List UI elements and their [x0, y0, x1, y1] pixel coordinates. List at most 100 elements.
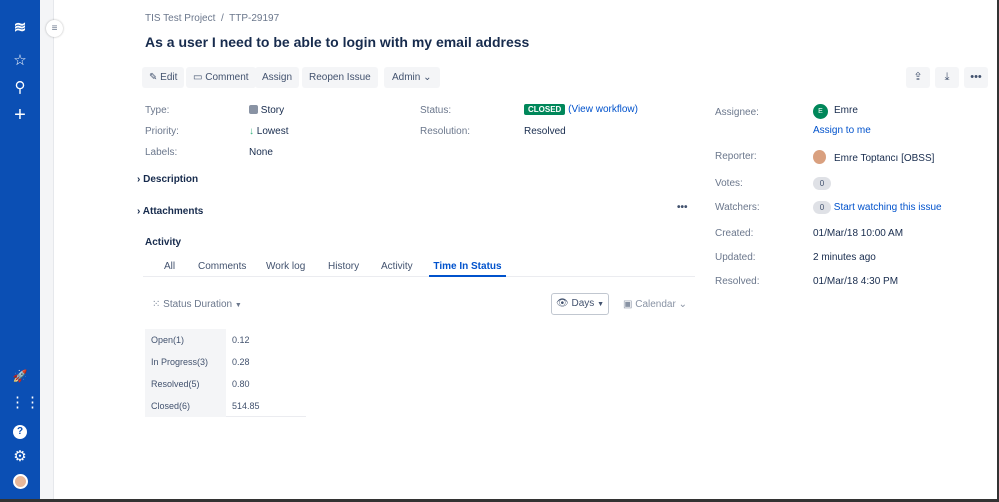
resolution-label: Resolution: — [420, 126, 471, 137]
comment-label: Comment — [205, 72, 249, 83]
more-actions-button[interactable]: ••• — [964, 67, 988, 88]
watchers-value: 0 Start watching this issue — [813, 201, 942, 214]
export-button[interactable]: ⤓ — [935, 67, 959, 88]
edit-label: Edit — [160, 72, 178, 83]
status-duration-label: Status Duration — [163, 299, 233, 310]
assignee-name: Emre — [834, 105, 858, 116]
expand-sidebar-button[interactable]: ≡ — [46, 20, 63, 37]
resolved-label: Resolved: — [715, 276, 760, 287]
project-sidebar-collapsed — [40, 0, 54, 502]
description-heading: Description — [143, 174, 199, 185]
assign-button[interactable]: Assign — [255, 67, 300, 88]
rocket-icon[interactable]: 🚀 — [10, 366, 30, 386]
assignee-label: Assignee: — [715, 107, 759, 118]
activity-heading: Activity — [145, 237, 182, 248]
issue-title: As a user I need to be able to login wit… — [145, 34, 530, 50]
votes-label: Votes: — [715, 178, 743, 189]
resolution-value: Resolved — [524, 126, 566, 137]
tabs-divider — [143, 276, 695, 277]
assign-to-me-link[interactable]: Assign to me — [813, 125, 871, 136]
admin-dropdown[interactable]: Admin ⌄ — [384, 67, 440, 88]
apps-grid-icon[interactable]: ⋮⋮ — [10, 393, 40, 413]
votes-count[interactable]: 0 — [813, 177, 831, 190]
calendar-icon: ▣ — [623, 299, 633, 310]
tab-history[interactable]: History — [328, 261, 359, 272]
updated-label: Updated: — [715, 252, 756, 263]
created-value: 01/Mar/18 10:00 AM — [813, 228, 904, 239]
breadcrumb: TIS Test Project / TTP-29197 — [145, 13, 279, 24]
reporter-name: Emre Toptancı [OBSS] — [834, 153, 935, 164]
user-avatar[interactable] — [10, 474, 30, 494]
table-row: Closed(6) 514.85 — [145, 395, 306, 417]
description-toggle[interactable]: › Description — [137, 174, 198, 185]
attachments-toggle[interactable]: › Attachments — [137, 206, 203, 217]
search-icon[interactable]: ⚲ — [10, 78, 30, 98]
view-workflow-link[interactable]: (View workflow) — [568, 104, 638, 115]
more-icon: ••• — [970, 71, 982, 83]
global-sidebar: ≋ ☆ ⚲ + 🚀 ⋮⋮ ? ⚙ — [0, 0, 40, 502]
table-row: Open(1) 0.12 — [145, 329, 306, 351]
attachments-heading: Attachments — [142, 206, 204, 217]
share-button[interactable]: ⇪ — [906, 67, 930, 88]
eye-icon: 👁 — [556, 298, 569, 309]
status-duration: 514.85 — [232, 401, 260, 411]
jira-logo-icon[interactable]: ≋ — [10, 18, 30, 38]
status-duration: 0.80 — [232, 379, 250, 389]
calendar-label: Calendar — [635, 299, 676, 310]
tab-time-in-status[interactable]: Time In Status — [429, 261, 506, 277]
type-text: Story — [260, 105, 285, 116]
table-row: Resolved(5) 0.80 — [145, 373, 306, 395]
status-name: In Progress(3) — [145, 351, 226, 373]
tab-comments[interactable]: Comments — [198, 261, 246, 272]
plus-icon[interactable]: + — [10, 105, 30, 125]
assignee-value: E Emre — [813, 104, 858, 119]
grid-icon: ⁙ — [152, 299, 161, 310]
help-icon[interactable]: ? — [10, 420, 30, 440]
assignee-avatar: E — [813, 104, 828, 119]
type-value: Story — [249, 105, 284, 116]
attachments-more-icon[interactable]: ••• — [677, 202, 688, 213]
days-dropdown[interactable]: 👁 Days ▼ — [551, 293, 609, 315]
resolved-value: 01/Mar/18 4:30 PM — [813, 276, 899, 287]
chevron-right-icon: › — [137, 174, 141, 185]
comment-icon: ▭ — [193, 72, 203, 83]
caret-down-icon: ▼ — [597, 301, 604, 308]
tab-work-log[interactable]: Work log — [266, 261, 305, 272]
tab-activity[interactable]: Activity — [381, 261, 413, 272]
status-name: Closed(6) — [145, 395, 226, 417]
labels-label: Labels: — [145, 147, 178, 158]
reporter-label: Reporter: — [715, 151, 757, 162]
labels-value: None — [249, 147, 273, 158]
calendar-dropdown[interactable]: ▣ Calendar ⌄ — [623, 299, 687, 310]
chevron-right-icon: › — [137, 206, 141, 217]
star-icon[interactable]: ☆ — [10, 51, 30, 71]
edit-button[interactable]: ✎ Edit — [142, 67, 185, 88]
reopen-issue-button[interactable]: Reopen Issue — [302, 67, 378, 88]
created-label: Created: — [715, 228, 754, 239]
chevron-down-icon: ⌄ — [423, 72, 432, 83]
breadcrumb-issue-key[interactable]: TTP-29197 — [229, 13, 279, 24]
tab-all[interactable]: All — [164, 261, 175, 272]
start-watching-link[interactable]: Start watching this issue — [834, 202, 942, 213]
priority-value: ↓ Lowest — [249, 126, 288, 137]
type-label: Type: — [145, 105, 170, 116]
story-icon — [249, 105, 258, 114]
caret-down-icon: ▼ — [234, 302, 242, 309]
admin-label: Admin — [392, 72, 421, 83]
priority-label: Priority: — [145, 126, 179, 137]
status-label: Status: — [420, 105, 452, 116]
breadcrumb-project[interactable]: TIS Test Project — [145, 13, 215, 24]
chevron-down-icon: ⌄ — [678, 299, 687, 310]
priority-text: Lowest — [256, 126, 289, 137]
watchers-count[interactable]: 0 — [813, 201, 831, 214]
status-duration-dropdown[interactable]: ⁙ Status Duration ▼ — [152, 299, 242, 310]
comment-button[interactable]: ▭ Comment — [186, 67, 256, 88]
status-duration: 0.28 — [232, 357, 250, 367]
status-name: Resolved(5) — [145, 373, 226, 395]
status-badge: CLOSED — [524, 104, 566, 115]
export-icon: ⤓ — [944, 71, 950, 83]
gear-icon[interactable]: ⚙ — [10, 447, 30, 467]
status-duration: 0.12 — [232, 335, 250, 345]
days-label: Days — [571, 298, 595, 309]
pencil-icon: ✎ — [149, 72, 158, 83]
